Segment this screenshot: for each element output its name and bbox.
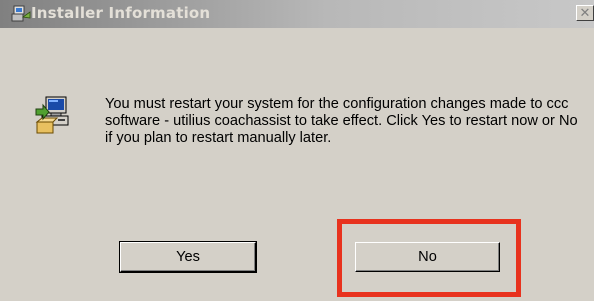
dialog-message: You must restart your system for the con…	[105, 96, 578, 146]
installer-icon	[11, 5, 31, 23]
window-title: Installer Information	[31, 4, 211, 22]
computer-install-icon	[34, 95, 74, 135]
title-bar[interactable]: Installer Information ✕	[0, 0, 594, 28]
close-button[interactable]: ✕	[576, 5, 594, 21]
yes-button[interactable]: Yes	[119, 241, 257, 273]
highlight-box	[337, 219, 521, 297]
